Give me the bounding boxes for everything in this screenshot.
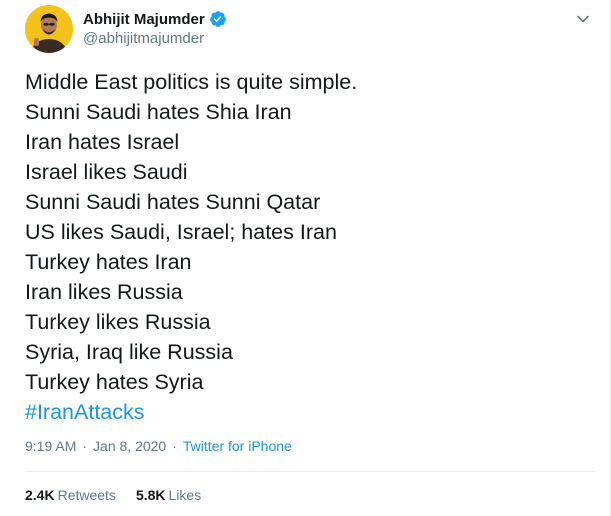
tweet-line: US likes Saudi, Israel; hates Iran bbox=[25, 220, 337, 244]
retweets-count: 2.4K bbox=[25, 487, 55, 503]
likes-label: Likes bbox=[168, 487, 202, 503]
tweet-line: Sunni Saudi hates Shia Iran bbox=[25, 100, 292, 124]
tweet-card: Abhijit Majumder @abhijitmajumder Middle… bbox=[0, 0, 611, 516]
tweet-date[interactable]: Jan 8, 2020 bbox=[93, 438, 166, 454]
likes-stat[interactable]: 5.8K Likes bbox=[136, 487, 201, 503]
tweet-line: Israel likes Saudi bbox=[25, 160, 188, 184]
user-handle[interactable]: @abhijitmajumder bbox=[83, 30, 204, 47]
retweets-label: Retweets bbox=[57, 487, 116, 503]
tweet-source-link[interactable]: Twitter for iPhone bbox=[183, 438, 292, 454]
name-row: Abhijit Majumder bbox=[83, 9, 227, 29]
tweet-line: Iran likes Russia bbox=[25, 280, 183, 304]
chevron-down-icon[interactable] bbox=[573, 9, 593, 29]
tweet-time[interactable]: 9:19 AM bbox=[25, 438, 76, 454]
tweet-line: Turkey hates Syria bbox=[25, 370, 204, 394]
tweet-line: Turkey likes Russia bbox=[25, 310, 211, 334]
avatar[interactable] bbox=[25, 5, 73, 53]
meta-separator: · bbox=[82, 438, 88, 454]
display-name[interactable]: Abhijit Majumder bbox=[83, 11, 205, 28]
hashtag-link[interactable]: #IranAttacks bbox=[25, 397, 145, 427]
tweet-meta: 9:19 AM · Jan 8, 2020 · Twitter for iPho… bbox=[25, 438, 292, 454]
tweet-line: Iran hates Israel bbox=[25, 130, 180, 154]
verified-badge-icon bbox=[209, 10, 227, 28]
tweet-line: Sunni Saudi hates Sunni Qatar bbox=[25, 190, 321, 214]
tweet-text: Middle East politics is quite simple. Su… bbox=[25, 67, 595, 397]
meta-separator: · bbox=[172, 438, 177, 454]
tweet-line: Syria, Iraq like Russia bbox=[25, 340, 233, 364]
tweet-line: Middle East politics is quite simple. bbox=[25, 70, 358, 94]
avatar-image bbox=[25, 5, 73, 53]
tweet-line: Turkey hates Iran bbox=[25, 250, 192, 274]
tweet-header: Abhijit Majumder @abhijitmajumder bbox=[25, 5, 595, 53]
likes-count: 5.8K bbox=[135, 487, 166, 503]
tweet-stats: 2.4K Retweets 5.8K Likes bbox=[25, 487, 201, 503]
divider bbox=[25, 471, 595, 472]
retweets-stat[interactable]: 2.4K Retweets bbox=[25, 487, 116, 503]
